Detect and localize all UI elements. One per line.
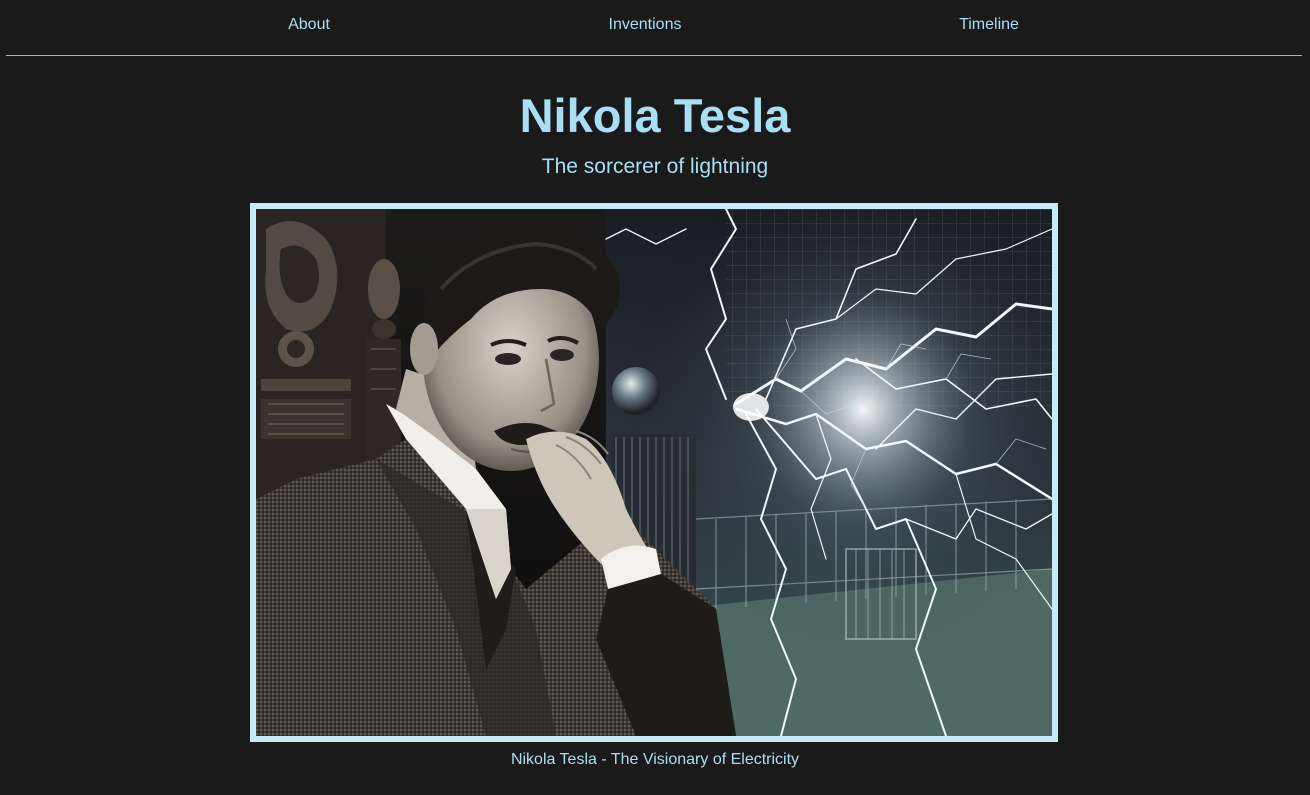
page-title: Nikola Tesla — [519, 89, 791, 142]
nav-link-timeline[interactable]: Timeline — [959, 16, 1019, 34]
page-subtitle: The sorcerer of lightning — [541, 155, 769, 178]
portrait-caption: Nikola Tesla - The Visionary of Electric… — [510, 751, 800, 768]
portrait-frame — [250, 203, 1058, 742]
tesla-portrait-image — [256, 209, 1052, 736]
nav-link-inventions[interactable]: Inventions — [609, 16, 682, 34]
top-navigation: About Inventions Timeline — [6, 0, 1302, 56]
nav-link-about[interactable]: About — [288, 16, 330, 34]
